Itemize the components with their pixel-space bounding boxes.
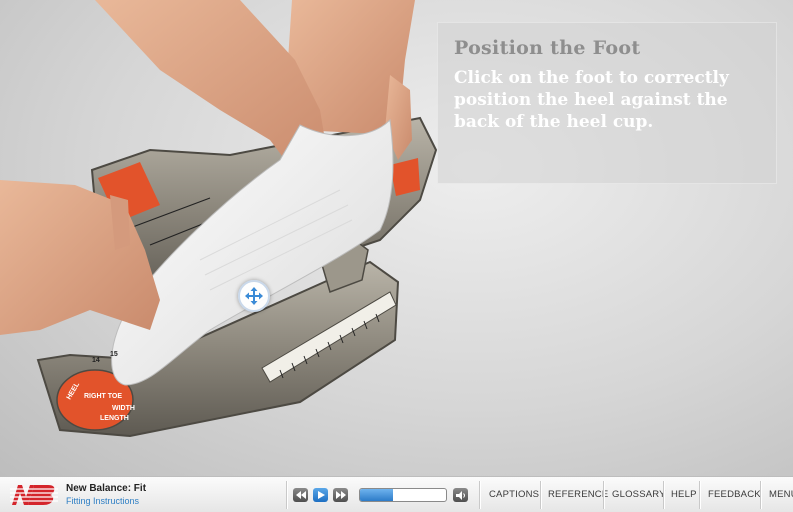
forward-icon [335, 491, 346, 499]
rewind-icon [295, 491, 306, 499]
toolbar-divider [540, 481, 541, 509]
toolbar-divider [603, 481, 604, 509]
menu-button[interactable]: MENU [769, 477, 793, 512]
player-toolbar: New Balance: Fit Fitting Instructions CA… [0, 476, 793, 512]
volume-icon [455, 490, 465, 500]
toolbar-divider [479, 481, 480, 509]
reference-button[interactable]: REFERENCE [548, 477, 608, 512]
slide-instruction: Click on the foot to correctly position … [454, 68, 729, 132]
toolbar-divider [699, 481, 700, 509]
device-size-15: 15 [110, 351, 118, 358]
course-title: New Balance: Fit [66, 483, 147, 494]
lesson-title-link[interactable]: Fitting Instructions [66, 495, 146, 508]
course-branding: New Balance: Fit Fitting Instructions [10, 482, 146, 508]
device-label-length: LENGTH [100, 415, 129, 422]
help-button[interactable]: HELP [671, 477, 697, 512]
device-label-right-toe: RIGHT TOE [84, 393, 122, 400]
slide-stage: HEEL RIGHT TOE LENGTH WIDTH 14 15 Positi… [0, 0, 793, 476]
toolbar-divider [663, 481, 664, 509]
rewind-button[interactable] [293, 488, 308, 502]
forward-button[interactable] [333, 488, 348, 502]
play-button[interactable] [313, 488, 328, 502]
volume-button[interactable] [453, 488, 468, 502]
progress-fill [360, 489, 393, 501]
captions-button[interactable]: CAPTIONS [489, 477, 539, 512]
device-size-14: 14 [92, 357, 100, 364]
device-label-width: WIDTH [112, 405, 135, 412]
feedback-button[interactable]: FEEDBACK [708, 477, 761, 512]
slide-title: Position the Foot [454, 37, 641, 59]
toolbar-divider [286, 481, 287, 509]
new-balance-logo [10, 485, 58, 505]
move-arrows-icon[interactable] [238, 280, 270, 312]
instruction-panel: Position the Foot Click on the foot to c… [437, 22, 777, 184]
slide-progress-bar[interactable] [359, 488, 447, 502]
play-icon [317, 491, 325, 499]
glossary-button[interactable]: GLOSSARY [612, 477, 666, 512]
toolbar-divider [760, 481, 761, 509]
